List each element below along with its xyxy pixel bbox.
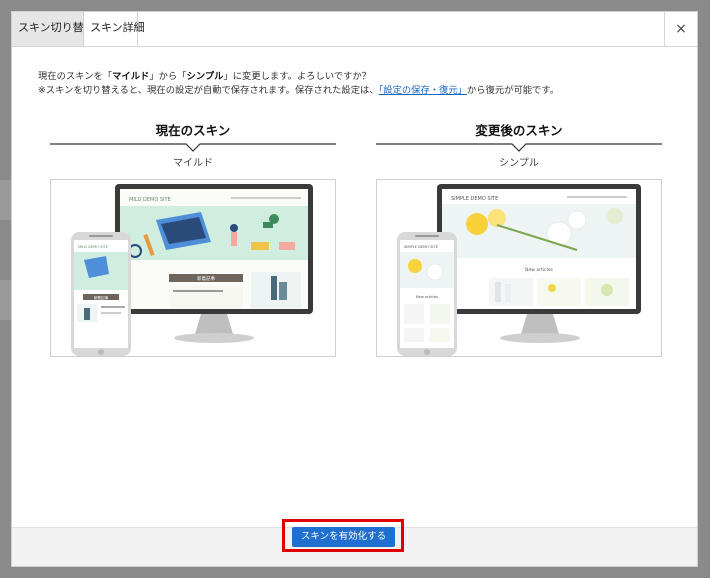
enable-skin-button[interactable]: スキンを有効化する	[292, 527, 395, 547]
message-text: 現在のスキンを「	[38, 71, 113, 82]
simple-skin-preview-image: SIMPLE DEMO SITE New articles SIMPLE DEM…	[397, 184, 641, 356]
mild-mobile-banner-label: 新着記事	[94, 295, 109, 300]
current-skin-column: 現在のスキン マイルド MILD DEMO SITE 新着記事 MILD DEM…	[50, 122, 336, 357]
settings-restore-link[interactable]: 「設定の保存・復元」	[379, 85, 467, 96]
message-text: 」に変更します。よろしいですか？	[223, 71, 371, 82]
current-skin-title: 現在のスキン	[155, 123, 231, 138]
confirmation-message: 現在のスキンを「マイルド」から「シンプル」に変更します。よろしいですか？ ※スキ…	[38, 70, 559, 98]
tab-bar: スキン切り替え スキン詳細 ×	[12, 12, 697, 47]
new-skin-name-label: シンプル	[499, 158, 539, 169]
message-text: 」から「	[149, 71, 187, 82]
tab-skin-details[interactable]: スキン詳細	[84, 12, 145, 46]
new-skin-name: シンプル	[186, 71, 224, 82]
simple-mobile-section-label: New articles	[416, 295, 438, 299]
skin-switch-dialog: スキン切り替え スキン詳細 × 現在のスキンを「マイルド」から「シンプル」に変更…	[11, 11, 698, 567]
message-text: ※スキンを切り替えると、現在の設定が自動で保存されます。保存された設定は、	[38, 85, 379, 96]
message-text: から復元が可能です。	[466, 85, 559, 96]
close-button[interactable]: ×	[664, 12, 697, 46]
simple-mobile-site-title: SIMPLE DEMO SITE	[404, 245, 439, 249]
mild-banner-label: 新着記事	[197, 275, 215, 282]
title-divider	[376, 143, 662, 153]
current-skin-preview: MILD DEMO SITE 新着記事 MILD DEMO SITE 新着記事	[50, 179, 336, 357]
new-skin-preview: SIMPLE DEMO SITE New articles SIMPLE DEM…	[376, 179, 662, 357]
mild-site-title: MILD DEMO SITE	[129, 197, 171, 203]
current-skin-name-label: マイルド	[173, 158, 213, 169]
close-icon: ×	[675, 21, 687, 37]
current-skin-name: マイルド	[112, 71, 150, 82]
new-skin-title: 変更後のスキン	[475, 123, 563, 138]
simple-section-label: New articles	[525, 267, 553, 273]
new-skin-column: 変更後のスキン シンプル SIMPLE DEMO SITE New articl…	[376, 122, 662, 357]
simple-site-title: SIMPLE DEMO SITE	[451, 196, 498, 202]
mild-mobile-site-title: MILD DEMO SITE	[78, 245, 109, 249]
mild-skin-preview-image: MILD DEMO SITE 新着記事 MILD DEMO SITE 新着記事	[71, 184, 313, 356]
title-divider	[50, 143, 336, 153]
message-line-1: 現在のスキンを「マイルド」から「シンプル」に変更します。よろしいですか？	[38, 70, 559, 84]
message-line-2: ※スキンを切り替えると、現在の設定が自動で保存されます。保存された設定は、「設定…	[38, 84, 559, 98]
tab-skin-switch[interactable]: スキン切り替え	[12, 12, 95, 46]
